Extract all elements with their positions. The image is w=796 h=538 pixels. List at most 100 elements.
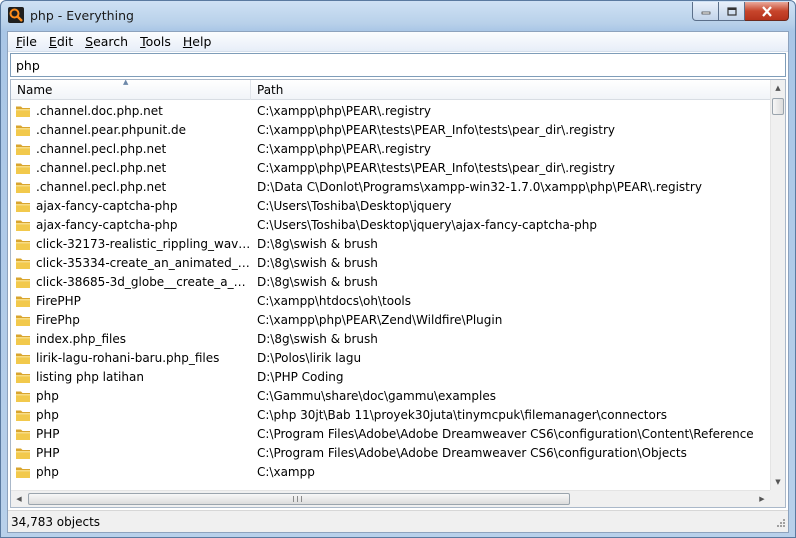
scroll-left-button[interactable]: ◀ [11,491,27,507]
window-controls [692,2,789,22]
menu-file-label: ile [22,33,37,49]
menu-file[interactable]: File [10,32,43,52]
table-row[interactable]: php C:\xampp [11,462,770,481]
name-cell: PHP [11,427,251,441]
file-name: .channel.pecl.php.net [36,160,167,175]
name-cell: php [11,408,251,422]
file-name: lirik-lagu-rohani-baru.php_files [36,350,220,365]
column-header-path[interactable]: Path [251,80,770,100]
table-row[interactable]: ajax-fancy-captcha-php C:\Users\Toshiba\D… [11,215,770,234]
table-row[interactable]: PHP C:\Program Files\Adobe\Adobe Dreamwea… [11,424,770,443]
file-name: index.php_files [36,331,127,346]
menu-tools[interactable]: Tools [134,32,177,52]
scroll-right-button[interactable]: ▶ [754,491,770,507]
folder-icon [15,123,31,137]
path-cell: C:\xampp\php\PEAR\.registry [257,141,431,156]
table-row[interactable]: .channel.pear.phpunit.de C:\xampp\php\PEA… [11,120,770,139]
table-row[interactable]: click-38685-3d_globe__create_a_psued... D… [11,272,770,291]
app-icon [8,7,24,23]
folder-icon [15,332,31,346]
name-cell: ajax-fancy-captcha-php [11,199,251,213]
table-row[interactable]: lirik-lagu-rohani-baru.php_files D:\Polos… [11,348,770,367]
table-row[interactable]: click-32173-realistic_rippling_wave_effe… [11,234,770,253]
table-row[interactable]: click-35334-create_an_animated_preloa...… [11,253,770,272]
path-cell: C:\Users\Toshiba\Desktop\jquery\ajax-fan… [257,217,597,232]
minimize-button[interactable] [692,2,719,21]
name-cell: .channel.doc.php.net [11,104,251,118]
grip-icon [293,496,302,502]
table-row[interactable]: index.php_files D:\8g\swish & brush [11,329,770,348]
window-title: php - Everything [30,8,134,23]
table-row[interactable]: ajax-fancy-captcha-php C:\Users\Toshiba\D… [11,196,770,215]
menu-help[interactable]: Help [177,32,218,52]
table-row[interactable]: .channel.pecl.php.net D:\Data C\Donlot\Pr… [11,177,770,196]
path-cell: D:\Data C\Donlot\Programs\xampp-win32-1.… [257,179,702,194]
path-cell: C:\Program Files\Adobe\Adobe Dreamweaver… [257,445,687,460]
scroll-up-button[interactable]: ▲ [771,80,785,96]
folder-icon [15,408,31,422]
table-row[interactable]: FirePHP C:\xampp\htdocs\oh\tools [11,291,770,310]
menu-edit[interactable]: Edit [43,32,79,52]
vertical-scroll-thumb[interactable] [772,98,784,115]
file-name: listing php latihan [36,369,144,384]
table-row[interactable]: .channel.pecl.php.net C:\xampp\php\PEAR\t… [11,158,770,177]
horizontal-scroll-thumb[interactable] [28,493,570,505]
name-cell: ajax-fancy-captcha-php [11,218,251,232]
name-cell: php [11,389,251,403]
folder-icon [15,427,31,441]
chevron-down-icon: ▼ [775,478,781,486]
menu-search-label: earch [93,33,129,49]
menu-bar: File Edit Search Tools Help [8,32,788,52]
folder-icon [15,389,31,403]
name-cell: .channel.pecl.php.net [11,142,251,156]
name-cell: .channel.pecl.php.net [11,180,251,194]
table-row[interactable]: PHP C:\Program Files\Adobe\Adobe Dreamwea… [11,443,770,462]
file-name: FirePHP [36,293,81,308]
path-cell: D:\Polos\lirik lagu [257,350,362,365]
file-name: click-32173-realistic_rippling_wave_effe… [36,236,251,251]
name-cell: PHP [11,446,251,460]
table-row[interactable]: php C:\Gammu\share\doc\gammu\examples [11,386,770,405]
title-bar[interactable]: php - Everything [1,1,795,31]
path-cell: C:\xampp\php\PEAR\Zend\Wildfire\Plugin [257,312,503,327]
scroll-down-button[interactable]: ▼ [771,474,785,490]
horizontal-scrollbar[interactable]: ◀ ▶ [11,490,770,507]
path-cell: C:\xampp\php\PEAR\tests\PEAR_Info\tests\… [257,122,616,137]
maximize-icon [726,6,737,16]
menu-search-mnemonic: S [85,33,94,49]
name-cell: listing php latihan [11,370,251,384]
file-name: ajax-fancy-captcha-php [36,217,178,232]
folder-icon [15,256,31,270]
column-header-name[interactable]: ▲ Name [11,80,251,100]
file-name: PHP [36,426,60,441]
table-row[interactable]: .channel.doc.php.net C:\xampp\php\PEAR\.r… [11,101,770,120]
maximize-button[interactable] [719,2,745,21]
table-row[interactable]: php C:\php 30jt\Bab 11\proyek30juta\tinym… [11,405,770,424]
file-name: .channel.doc.php.net [36,103,163,118]
table-row[interactable]: listing php latihan D:\PHP Coding [11,367,770,386]
folder-icon [15,351,31,365]
close-button[interactable] [745,2,789,21]
table-row[interactable]: FirePhp C:\xampp\php\PEAR\Zend\Wildfire\P… [11,310,770,329]
menu-help-mnemonic: H [182,33,193,49]
folder-icon [15,218,31,232]
menu-search[interactable]: Search [79,32,134,52]
sort-ascending-icon: ▲ [123,79,129,86]
folder-icon [15,275,31,289]
path-cell: D:\8g\swish & brush [257,236,378,251]
vertical-scrollbar[interactable]: ▲ ▼ [770,80,785,490]
results-list: ▲ Name Path .channel.doc.php.net C:\xampp… [10,79,786,508]
folder-icon [15,199,31,213]
search-box [10,53,786,77]
chevron-right-icon: ▶ [759,495,765,503]
folder-icon [15,161,31,175]
table-row[interactable]: .channel.pecl.php.net C:\xampp\php\PEAR\.… [11,139,770,158]
file-name: ajax-fancy-captcha-php [36,198,178,213]
name-cell: click-35334-create_an_animated_preloa... [11,256,251,270]
search-input[interactable] [11,54,785,76]
close-icon [761,5,772,17]
resize-grip-icon[interactable] [774,518,786,530]
name-cell: php [11,465,251,479]
path-cell: C:\xampp\htdocs\oh\tools [257,293,412,308]
folder-icon [15,465,31,479]
